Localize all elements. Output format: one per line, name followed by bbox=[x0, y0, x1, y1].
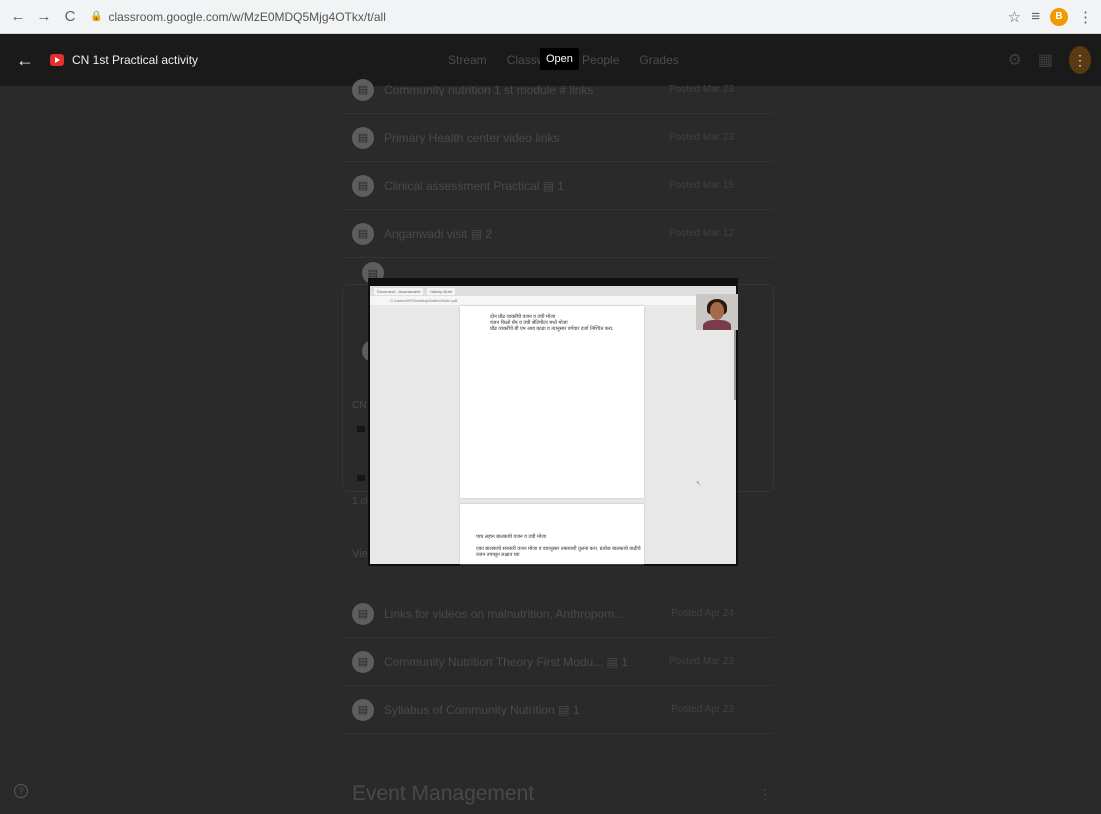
post-title[interactable]: Clinical assessment Practical ▤ 1 bbox=[384, 179, 669, 193]
assignment-icon: ▤ bbox=[352, 222, 374, 245]
assignment-icon: ▤ bbox=[352, 78, 374, 101]
help-icon[interactable]: ? bbox=[14, 784, 28, 798]
browser-toolbar: ← → C 🔒 classroom.google.com/w/MzE0MDQ5M… bbox=[0, 0, 1101, 34]
url-text[interactable]: classroom.google.com/w/MzE0MDQ5Mjg4OTkx/… bbox=[108, 10, 385, 24]
list-item[interactable]: ▤ Community nutrition 1 st module # link… bbox=[342, 66, 774, 114]
back-arrow-icon[interactable]: ← bbox=[8, 7, 28, 27]
list-item[interactable]: ▤ Anganwadi visit ▤ 2 Posted Mar 12 bbox=[342, 210, 774, 258]
document-page: पाच लहान बालकांचे वजन व उंची मोजा एका बा… bbox=[460, 504, 644, 564]
shared-browser: Document - Assessment history-Nutri C:/U… bbox=[370, 286, 738, 564]
card-bar bbox=[357, 426, 365, 432]
reload-icon[interactable]: C bbox=[60, 7, 80, 27]
doc-line: पाच लहान बालकांचे वजन व उंची मोजा bbox=[476, 534, 547, 540]
assignment-icon: ▤ bbox=[352, 602, 374, 625]
post-date: Posted Mar 23 bbox=[668, 656, 734, 667]
assignment-icon: ▤ bbox=[352, 174, 374, 197]
assignment-icon: ▤ bbox=[352, 650, 374, 673]
list-item[interactable]: ▤ Community Nutrition Theory First Modu.… bbox=[342, 638, 774, 686]
post-title[interactable]: Community nutrition 1 st module # links bbox=[384, 83, 669, 97]
post-date: Posted Mar 15 bbox=[668, 180, 734, 191]
webcam-thumbnail bbox=[696, 294, 738, 330]
assignment-icon: ▤ bbox=[352, 698, 374, 721]
star-icon[interactable]: ☆ bbox=[1008, 8, 1021, 26]
post-date: Posted Apr 24 bbox=[671, 608, 734, 619]
card-bar bbox=[357, 475, 365, 481]
user-avatar[interactable]: ⋮ bbox=[1069, 46, 1091, 74]
doc-line: वजन तपासून लक्षात घ्या bbox=[476, 552, 520, 558]
section-title: Event Management bbox=[352, 782, 535, 805]
mini-tab: history-Nutri bbox=[427, 287, 455, 295]
browser-menu-icon[interactable]: ⋮ bbox=[1078, 8, 1093, 26]
doc-line: प्रौढ व्यक्तींचे बी एम आय काढा व त्यानुस… bbox=[490, 326, 614, 332]
cursor-icon: ↖ bbox=[696, 481, 702, 487]
mini-tab-strip: Document - Assessment history-Nutri bbox=[370, 286, 736, 296]
card-label: 1 cl bbox=[352, 496, 368, 507]
list-item[interactable]: ▤ Primary Health center video links Post… bbox=[342, 114, 774, 162]
mini-tab: Document - Assessment bbox=[374, 287, 424, 295]
settings-icon[interactable]: ⚙ bbox=[1008, 50, 1022, 70]
media-queue-icon[interactable]: ≡ bbox=[1031, 8, 1040, 25]
assignment-icon: ▤ bbox=[352, 126, 374, 149]
post-title[interactable]: Syllabus of Community Nutrition ▤ 1 bbox=[384, 703, 671, 717]
post-title[interactable]: Primary Health center video links bbox=[384, 131, 669, 145]
post-date: Posted Mar 23 bbox=[668, 132, 734, 143]
list-item[interactable]: ▤ Links for videos on malnutrition, Anth… bbox=[342, 590, 774, 638]
back-icon[interactable]: ← bbox=[16, 50, 34, 71]
list-item[interactable]: ▤ Clinical assessment Practical ▤ 1 Post… bbox=[342, 162, 774, 210]
post-date: Posted Mar 23 bbox=[668, 84, 734, 95]
profile-avatar[interactable]: B bbox=[1050, 7, 1068, 26]
apps-grid-icon[interactable]: ▦ bbox=[1038, 50, 1053, 70]
post-date: Posted Apr 23 bbox=[671, 704, 734, 715]
forward-arrow-icon[interactable]: → bbox=[34, 7, 54, 27]
post-title[interactable]: Anganwadi visit ▤ 2 bbox=[384, 227, 669, 241]
post-title[interactable]: Links for videos on malnutrition, Anthro… bbox=[384, 607, 671, 621]
post-date: Posted Mar 12 bbox=[668, 228, 734, 239]
tab-grades[interactable]: Grades bbox=[639, 53, 678, 67]
list-item[interactable]: ▤ Syllabus of Community Nutrition ▤ 1 Po… bbox=[342, 686, 774, 734]
more-vert-icon[interactable]: ⋮ bbox=[758, 786, 772, 803]
mini-url: C:/Users/HP/Desktop/Anthro/Nutri.pdf bbox=[370, 296, 736, 305]
tab-stream[interactable]: Stream bbox=[448, 53, 487, 67]
post-title[interactable]: Community Nutrition Theory First Modu...… bbox=[384, 655, 669, 669]
lock-icon: 🔒 bbox=[90, 11, 103, 22]
tab-people[interactable]: People bbox=[582, 53, 619, 67]
screen-share-preview[interactable]: Document - Assessment history-Nutri C:/U… bbox=[368, 278, 738, 566]
class-title[interactable]: CN 1st Practical activity bbox=[72, 53, 198, 67]
document-page: दोन प्रौढ व्यक्तींचे वजन व उंची मोजा वजन… bbox=[460, 306, 644, 498]
address-bar[interactable]: 🔒 classroom.google.com/w/MzE0MDQ5Mjg4OTk… bbox=[90, 5, 1008, 29]
youtube-icon bbox=[50, 54, 64, 66]
